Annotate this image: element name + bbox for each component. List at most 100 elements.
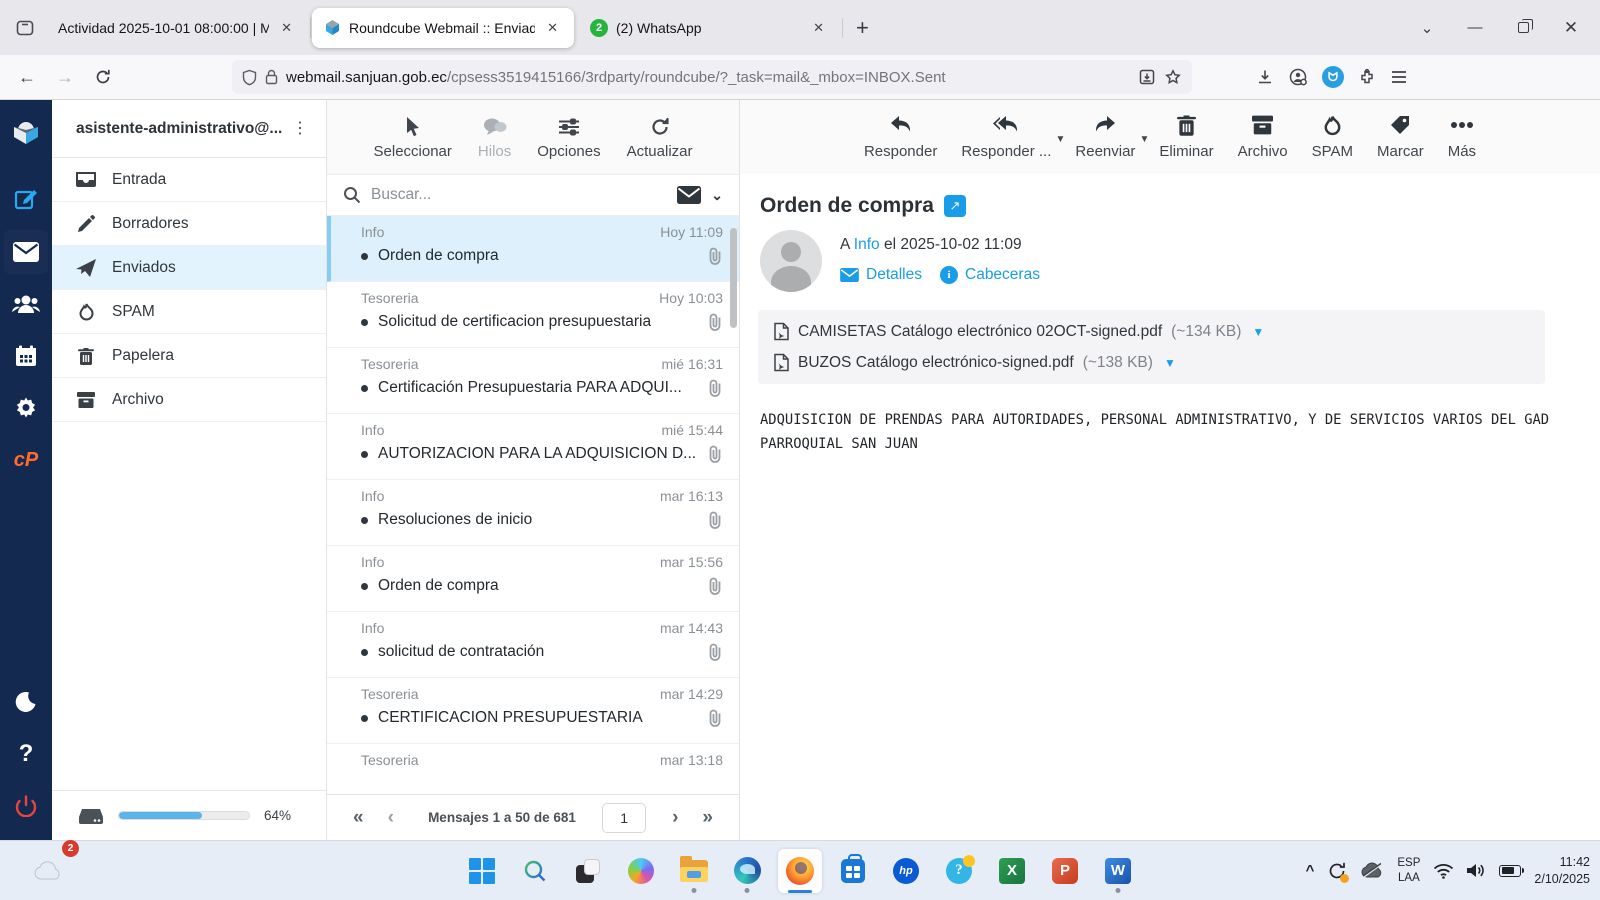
folder-papelera[interactable]: Papelera <box>52 334 326 378</box>
attachment-row[interactable]: CAMISETAS Catálogo electrónico 02OCT-sig… <box>774 322 1529 341</box>
language-indicator[interactable]: ESP LAA <box>1397 856 1420 885</box>
delete-button[interactable]: Eliminar <box>1159 112 1214 160</box>
message-row[interactable]: Info mar 16:13 Resoluciones de inicio <box>327 480 739 546</box>
clock[interactable]: 11:42 2/10/2025 <box>1534 854 1590 888</box>
more-button[interactable]: Más <box>1448 112 1476 160</box>
compose-button[interactable] <box>4 178 48 222</box>
logout-power-icon[interactable] <box>4 784 48 828</box>
firefox-account-icon[interactable]: ᗢ <box>1322 66 1344 88</box>
mark-button[interactable]: Marcar <box>1377 112 1424 160</box>
volume-icon[interactable] <box>1467 862 1486 879</box>
prev-page-button[interactable]: ‹ <box>380 807 402 829</box>
downloads-icon[interactable] <box>1256 68 1274 86</box>
sync-icon[interactable] <box>1327 861 1350 883</box>
forward-button[interactable]: → <box>48 61 82 93</box>
onedrive-icon[interactable]: 2 <box>26 839 79 893</box>
message-row[interactable]: Tesoreria mar 13:18 <box>327 744 739 794</box>
calendar-nav-icon[interactable] <box>4 334 48 378</box>
message-row[interactable]: Info Hoy 11:09 Orden de compra <box>327 216 739 282</box>
search-scope-mail-icon[interactable] <box>677 186 702 204</box>
tab-close-icon[interactable]: ✕ <box>277 18 296 38</box>
new-tab-button[interactable]: + <box>842 15 883 41</box>
account-icon[interactable] <box>1288 67 1308 87</box>
account-menu-kebab-icon[interactable]: ⋮ <box>284 121 316 137</box>
extensions-puzzle-icon[interactable] <box>1358 68 1376 86</box>
select-button[interactable]: Seleccionar <box>374 115 452 160</box>
headers-link[interactable]: i Cabeceras <box>940 266 1040 284</box>
dropdown-caret-icon[interactable]: ▼ <box>1055 134 1065 145</box>
first-page-button[interactable]: « <box>345 807 372 829</box>
search-input[interactable] <box>371 186 668 204</box>
tray-chevron-icon[interactable]: ^ <box>1306 862 1315 879</box>
folder-enviados[interactable]: Enviados <box>52 246 326 290</box>
spam-button[interactable]: SPAM <box>1312 112 1353 160</box>
minimize-button[interactable]: — <box>1454 9 1496 47</box>
edge-icon[interactable] <box>725 849 769 893</box>
tab-actividad[interactable]: Actividad 2025-10-01 08:00:00 | Mo ✕ <box>46 8 311 48</box>
attachment-name[interactable]: BUZOS Catálogo electrónico-signed.pdf <box>798 354 1074 372</box>
archive-button[interactable]: Archivo <box>1238 112 1288 160</box>
hp-icon[interactable]: hp <box>884 849 928 893</box>
save-page-icon[interactable] <box>1138 68 1156 86</box>
message-row[interactable]: Info mar 15:56 Orden de compra <box>327 546 739 612</box>
tab-roundcube[interactable]: Roundcube Webmail :: Enviados ✕ <box>312 7 574 48</box>
message-row[interactable]: Tesoreria Hoy 10:03 Solicitud de certific… <box>327 282 739 348</box>
wifi-icon[interactable] <box>1433 863 1454 879</box>
close-button[interactable]: ✕ <box>1550 9 1592 47</box>
refresh-button[interactable]: Actualizar <box>627 115 692 160</box>
powerpoint-icon[interactable]: P <box>1043 849 1087 893</box>
reply-button[interactable]: Responder <box>864 112 937 160</box>
excel-icon[interactable]: X <box>990 849 1034 893</box>
list-scrollbar-thumb[interactable] <box>730 228 737 328</box>
help-icon[interactable]: ? <box>4 732 48 776</box>
cpanel-icon[interactable]: cP <box>4 438 48 482</box>
restore-button[interactable] <box>1502 9 1544 47</box>
mail-nav-icon[interactable] <box>4 230 48 274</box>
message-row[interactable]: Info mié 15:44 AUTORIZACION PARA LA ADQUI… <box>327 414 739 480</box>
file-explorer-icon[interactable] <box>672 849 716 893</box>
firefox-view-icon[interactable] <box>6 9 44 47</box>
attachment-row[interactable]: BUZOS Catálogo electrónico-signed.pdf (~… <box>774 353 1529 372</box>
search-options-chevron-icon[interactable]: ⌄ <box>711 187 723 204</box>
search-icon[interactable] <box>513 849 557 893</box>
folder-archivo[interactable]: Archivo <box>52 378 326 422</box>
details-link[interactable]: Detalles <box>840 266 922 284</box>
options-button[interactable]: Opciones <box>537 115 601 160</box>
roundcube-logo[interactable] <box>4 112 48 156</box>
back-button[interactable]: ← <box>10 61 44 93</box>
settings-gear-icon[interactable] <box>4 386 48 430</box>
word-icon[interactable]: W <box>1096 849 1140 893</box>
next-page-button[interactable]: › <box>664 807 686 829</box>
start-icon[interactable] <box>460 849 504 893</box>
copilot-icon[interactable] <box>619 849 663 893</box>
firefox-icon[interactable] <box>778 848 822 893</box>
folder-borradores[interactable]: Borradores <box>52 202 326 246</box>
last-page-button[interactable]: » <box>694 807 721 829</box>
page-number-input[interactable]: 1 <box>602 802 647 833</box>
folder-entrada[interactable]: Entrada <box>52 158 326 202</box>
lock-icon[interactable] <box>265 69 278 85</box>
contacts-nav-icon[interactable] <box>4 282 48 326</box>
tab-close-icon[interactable]: ✕ <box>809 18 828 38</box>
message-row[interactable]: Info mar 14:43 solicitud de contratación <box>327 612 739 678</box>
attachment-menu-caret-icon[interactable]: ▼ <box>1164 356 1176 370</box>
battery-icon[interactable] <box>1499 864 1525 877</box>
menu-hamburger-icon[interactable] <box>1390 69 1408 85</box>
tab-whatsapp[interactable]: 2 (2) WhatsApp ✕ <box>578 8 843 48</box>
open-in-new-window-icon[interactable]: ↗ <box>943 195 966 217</box>
bookmark-star-icon[interactable] <box>1164 68 1182 86</box>
url-field[interactable]: webmail.sanjuan.gob.ec/cpsess3519415166/… <box>232 60 1192 94</box>
attachment-name[interactable]: CAMISETAS Catálogo electrónico 02OCT-sig… <box>798 323 1162 341</box>
store-icon[interactable] <box>831 849 875 893</box>
onedrive-paused-icon[interactable] <box>1360 862 1384 879</box>
list-all-tabs-button[interactable]: ⌄ <box>1406 9 1448 47</box>
tab-close-icon[interactable]: ✕ <box>543 18 562 38</box>
dropdown-caret-icon[interactable]: ▼ <box>1140 134 1150 145</box>
folder-spam[interactable]: SPAM <box>52 290 326 334</box>
forward-button[interactable]: Reenviar ▼ <box>1075 112 1149 160</box>
reply-all-button[interactable]: Responder ... ▼ <box>961 112 1065 160</box>
attachment-menu-caret-icon[interactable]: ▼ <box>1252 325 1264 339</box>
tracking-shield-icon[interactable] <box>242 69 257 86</box>
help-app-icon[interactable]: ? <box>937 849 981 893</box>
threads-button[interactable]: Hilos <box>478 115 511 160</box>
